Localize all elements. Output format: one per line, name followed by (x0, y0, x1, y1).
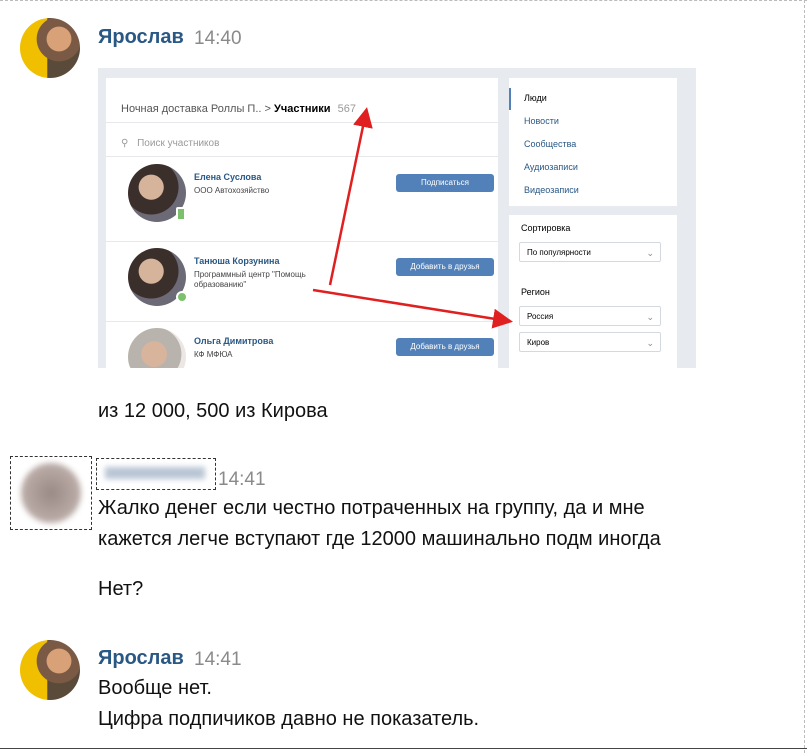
message-text: из 12 000, 500 из Кирова (98, 400, 328, 422)
attached-screenshot[interactable]: Ночная доставка Роллы П.. > Участники 56… (98, 68, 696, 368)
message-text: Вообще нет. (98, 677, 212, 699)
bottom-border (0, 748, 807, 749)
redacted-name (105, 467, 205, 479)
avatar[interactable] (20, 640, 80, 700)
message-time: 14:41 (218, 469, 266, 490)
message-text: Нет? (98, 578, 144, 600)
message-author[interactable]: Ярослав (98, 26, 184, 49)
message-text: кажется легче вступают где 12000 машинал… (98, 528, 661, 550)
avatar[interactable] (20, 18, 80, 78)
top-border (0, 0, 807, 1)
author-blurred[interactable] (96, 458, 216, 490)
message-time: 14:41 (194, 649, 242, 670)
right-border (804, 0, 805, 753)
message-text: Жалко денег если честно потраченных на г… (98, 497, 645, 519)
avatar (21, 463, 81, 523)
message-text: Цифра подпичиков давно не показатель. (98, 708, 480, 730)
arrow-to-region (312, 288, 513, 329)
message-author[interactable]: Ярослав (98, 647, 184, 670)
arrow-to-member-count (328, 107, 373, 286)
message-time: 14:40 (194, 28, 242, 49)
annotation-arrows (312, 107, 513, 329)
avatar-blurred[interactable] (10, 456, 92, 530)
